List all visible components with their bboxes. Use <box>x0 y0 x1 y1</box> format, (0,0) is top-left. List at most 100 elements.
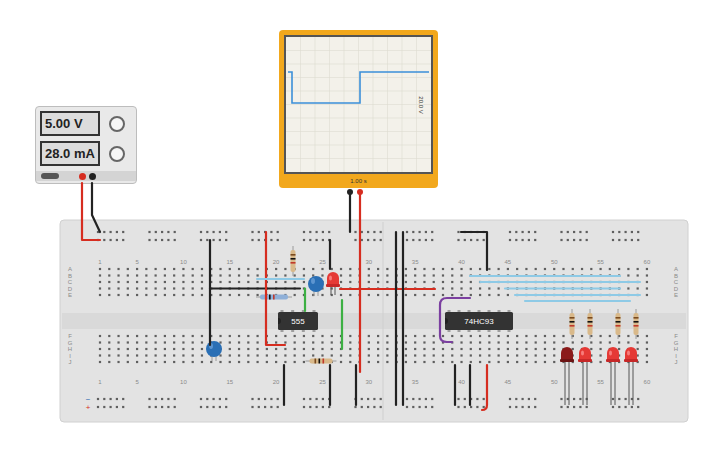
resistor[interactable] <box>291 246 296 276</box>
row-letter: A <box>68 266 72 272</box>
power-display: 5.00 V <box>40 111 100 136</box>
row-letter: I <box>675 353 677 359</box>
svg-text:74HC93: 74HC93 <box>464 317 494 326</box>
ic-chip[interactable]: 74HC93 <box>445 310 513 332</box>
capacitor[interactable] <box>206 341 222 361</box>
column-number: 50 <box>551 379 558 385</box>
row-letter: B <box>68 273 72 279</box>
column-number: 20 <box>273 379 280 385</box>
column-number: 35 <box>412 379 419 385</box>
wire[interactable] <box>266 232 285 345</box>
row-letter: F <box>674 333 678 339</box>
wire[interactable] <box>470 275 620 277</box>
rail-sign: − <box>86 395 91 404</box>
wire[interactable] <box>482 365 487 410</box>
knob-icon[interactable] <box>109 116 125 132</box>
column-number: 15 <box>226 379 233 385</box>
circuit-board: 1155101015152020252530303535404045455050… <box>0 0 725 453</box>
wire[interactable] <box>454 365 456 405</box>
wire[interactable] <box>210 287 300 289</box>
wire[interactable] <box>329 240 331 269</box>
volts-per-division: 20.0 V <box>417 96 424 113</box>
column-number: 30 <box>365 259 372 265</box>
row-letter: J <box>69 359 72 365</box>
wire[interactable] <box>304 289 306 312</box>
wire[interactable] <box>340 288 435 290</box>
wire[interactable] <box>341 300 343 349</box>
power-display: 28.0 mA <box>40 141 100 166</box>
time-per-division: 1.00 s <box>284 174 433 188</box>
probe-terminal[interactable] <box>357 189 363 195</box>
column-number: 10 <box>180 379 187 385</box>
row-letter: H <box>68 346 72 352</box>
wire[interactable] <box>359 192 361 240</box>
resistor[interactable] <box>570 309 575 339</box>
wire[interactable] <box>283 365 285 405</box>
wire[interactable] <box>92 183 100 232</box>
oscilloscope-screen: 20.0 V <box>284 35 433 174</box>
wire[interactable] <box>209 240 211 345</box>
positive-terminal[interactable] <box>79 173 86 180</box>
ic-chip[interactable]: 555 <box>278 310 318 332</box>
row-letter: E <box>674 292 678 298</box>
column-number: 45 <box>505 379 512 385</box>
column-number: 15 <box>226 259 233 265</box>
column-number: 20 <box>273 259 280 265</box>
row-letter: F <box>68 333 72 339</box>
column-number: 55 <box>597 259 604 265</box>
row-letter: J <box>675 359 678 365</box>
wire[interactable] <box>525 300 630 302</box>
probe-terminal[interactable] <box>347 189 353 195</box>
row-letter: I <box>69 353 71 359</box>
wire[interactable] <box>480 281 640 283</box>
led[interactable] <box>624 347 638 405</box>
column-number: 1 <box>98 259 102 265</box>
column-number: 35 <box>412 259 419 265</box>
wire[interactable] <box>461 232 487 270</box>
column-number: 50 <box>551 259 558 265</box>
wire[interactable] <box>257 278 304 280</box>
column-number: 30 <box>365 379 372 385</box>
row-letter: C <box>68 279 73 285</box>
column-number: 1 <box>98 379 102 385</box>
svg-text:555: 555 <box>291 317 305 326</box>
negative-terminal[interactable] <box>89 173 96 180</box>
oscilloscope[interactable]: 20.0 V 1.00 s <box>279 30 438 188</box>
wire[interactable] <box>402 232 404 405</box>
row-letter: D <box>68 286 73 292</box>
column-number: 40 <box>458 379 465 385</box>
wire[interactable] <box>82 183 100 240</box>
led[interactable] <box>606 347 620 405</box>
column-number: 5 <box>135 379 139 385</box>
led[interactable] <box>326 272 340 295</box>
breadboard: 1155101015152020252530303535404045455050… <box>60 220 688 422</box>
knob-icon[interactable] <box>109 146 125 162</box>
row-letter: B <box>674 273 678 279</box>
row-letter: D <box>674 286 679 292</box>
column-number: 25 <box>319 259 326 265</box>
column-number: 10 <box>180 259 187 265</box>
wire[interactable] <box>469 365 471 405</box>
resistor[interactable] <box>634 309 639 339</box>
led[interactable] <box>560 347 574 405</box>
resistor[interactable] <box>616 309 621 339</box>
resistor[interactable] <box>588 309 593 339</box>
column-number: 25 <box>319 379 326 385</box>
resistor[interactable] <box>306 359 337 364</box>
waveform-icon <box>286 37 431 172</box>
wire[interactable] <box>329 365 331 405</box>
wire[interactable] <box>359 240 361 372</box>
column-number: 5 <box>135 259 139 265</box>
wire[interactable] <box>505 287 620 289</box>
wire[interactable] <box>440 298 470 342</box>
wire[interactable] <box>349 192 351 232</box>
resistor[interactable] <box>256 295 292 300</box>
capacitor[interactable] <box>308 276 324 296</box>
power-supply[interactable]: 5.00 V 28.0 mA <box>35 106 137 184</box>
wire[interactable] <box>355 365 357 405</box>
led[interactable] <box>578 347 592 405</box>
wire[interactable] <box>515 294 640 296</box>
wire[interactable] <box>395 232 397 405</box>
power-switch[interactable] <box>41 173 59 179</box>
row-letter: G <box>68 340 73 346</box>
